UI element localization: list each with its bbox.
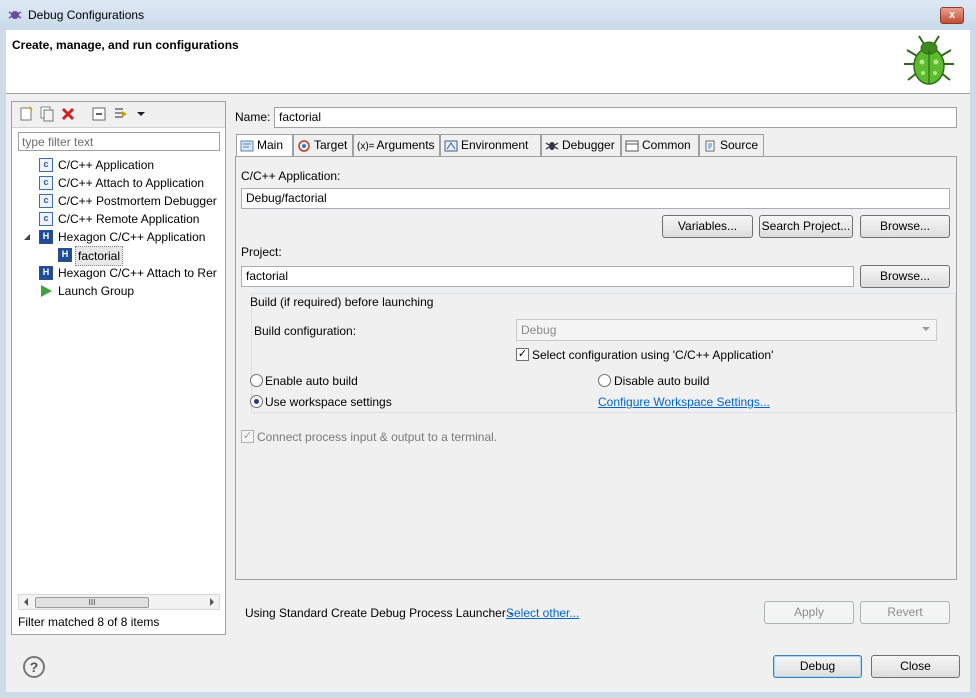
- tab-label: Environment: [461, 138, 529, 152]
- tab-common[interactable]: Common: [621, 134, 699, 156]
- tab-label: Common: [642, 138, 691, 152]
- delete-icon[interactable]: [59, 105, 77, 123]
- tab-arguments[interactable]: (x)= Arguments: [353, 134, 440, 156]
- project-field[interactable]: factorial: [241, 266, 854, 287]
- select-other-link[interactable]: Select other...: [506, 606, 579, 620]
- debug-button[interactable]: Debug: [773, 655, 862, 678]
- use-workspace-settings-label: Use workspace settings: [265, 395, 392, 409]
- tab-label: Main: [257, 138, 284, 152]
- tree-item-label: Launch Group: [58, 284, 135, 298]
- build-config-value: Debug: [521, 323, 557, 337]
- filter-icon[interactable]: [112, 105, 130, 123]
- tab-label: Debugger: [562, 138, 615, 152]
- revert-button[interactable]: Revert: [860, 601, 950, 624]
- environment-icon: [444, 140, 458, 152]
- launcher-text: Using Standard Create Debug Process Laun…: [245, 606, 514, 620]
- window-close-button[interactable]: x: [940, 7, 964, 24]
- close-button[interactable]: Close: [871, 655, 960, 678]
- help-icon[interactable]: ?: [23, 656, 45, 678]
- browse-application-button[interactable]: Browse...: [860, 215, 950, 238]
- dialog-header: Create, manage, and run configurations: [6, 30, 970, 94]
- tab-target[interactable]: Target: [293, 134, 353, 156]
- expanded-arrow-icon[interactable]: [23, 233, 31, 241]
- browse-project-button[interactable]: Browse...: [860, 265, 950, 288]
- scroll-right-icon[interactable]: [208, 598, 216, 606]
- project-label: Project:: [241, 245, 282, 259]
- enable-auto-build-radio[interactable]: [250, 374, 263, 387]
- new-config-icon[interactable]: [17, 105, 35, 123]
- build-config-label: Build configuration:: [254, 324, 357, 338]
- select-config-checkbox[interactable]: ✓: [516, 348, 529, 361]
- scrollbar-thumb[interactable]: III: [35, 597, 149, 608]
- hexagon-icon: H: [39, 266, 53, 280]
- c-config-icon: c: [39, 212, 53, 226]
- window-title: Debug Configurations: [28, 8, 145, 22]
- variables-button[interactable]: Variables...: [662, 215, 753, 238]
- bug-icon: [904, 35, 954, 85]
- tab-debugger[interactable]: Debugger: [541, 134, 621, 156]
- c-config-icon: c: [39, 194, 53, 208]
- connect-terminal-label: Connect process input & output to a term…: [257, 430, 498, 444]
- target-icon: [298, 140, 310, 152]
- build-group-title: Build (if required) before launching: [250, 295, 434, 309]
- debug-app-icon: [8, 11, 22, 19]
- duplicate-icon[interactable]: [38, 105, 56, 123]
- horizontal-scrollbar[interactable]: III: [18, 594, 220, 610]
- name-label: Name:: [235, 110, 271, 124]
- apply-button[interactable]: Apply: [764, 601, 854, 624]
- main-icon: [240, 140, 254, 152]
- disable-auto-build-label: Disable auto build: [614, 374, 710, 388]
- filter-input[interactable]: [18, 132, 220, 151]
- tree-item-label: factorial: [75, 246, 124, 266]
- use-workspace-settings-radio[interactable]: [250, 395, 263, 408]
- c-config-icon: c: [39, 158, 53, 172]
- tree-item-label: C/C++ Postmortem Debugger: [58, 194, 217, 208]
- tree-item-label: C/C++ Attach to Application: [58, 176, 205, 190]
- dropdown-icon[interactable]: [132, 105, 150, 123]
- filter-status-text: Filter matched 8 of 8 items: [18, 615, 160, 629]
- cpp-application-field[interactable]: Debug/factorial: [241, 188, 950, 209]
- tree-item-label: C/C++ Application: [58, 158, 155, 172]
- c-config-icon: c: [39, 176, 53, 190]
- build-config-select[interactable]: Debug: [516, 319, 937, 341]
- hexagon-icon: H: [58, 248, 72, 262]
- enable-auto-build-label: Enable auto build: [265, 374, 358, 388]
- hexagon-icon: H: [39, 230, 53, 244]
- dialog-client: Create, manage, and run configurations t…: [6, 30, 970, 692]
- select-config-label: Select configuration using 'C/C++ Applic…: [532, 348, 774, 362]
- disable-auto-build-radio[interactable]: [598, 374, 611, 387]
- configuration-tree-panel: c C/C++ Application c C/C++ Attach to Ap…: [11, 101, 226, 635]
- tree-item-label: C/C++ Remote Application: [58, 212, 200, 226]
- scroll-left-icon[interactable]: [22, 598, 30, 606]
- source-icon: [705, 140, 715, 152]
- tab-main[interactable]: Main: [236, 134, 293, 157]
- tree-item-label: Hexagon C/C++ Application: [58, 230, 206, 244]
- configure-workspace-link[interactable]: Configure Workspace Settings...: [598, 395, 770, 409]
- tree-toolbar: [12, 102, 225, 128]
- header-title: Create, manage, and run configurations: [12, 38, 239, 52]
- tab-label: Target: [314, 138, 348, 152]
- tab-environment[interactable]: Environment: [440, 134, 541, 156]
- tree-item-label: Hexagon C/C++ Attach to Rer: [58, 266, 217, 280]
- debugger-icon: [545, 141, 559, 150]
- tab-label: Arguments: [376, 138, 435, 152]
- cpp-application-label: C/C++ Application:: [241, 169, 341, 183]
- chevron-down-icon: [922, 327, 930, 331]
- arguments-icon: (x)=: [357, 141, 375, 152]
- connect-terminal-checkbox[interactable]: ✓: [241, 430, 254, 443]
- common-icon: [625, 140, 639, 152]
- search-project-button[interactable]: Search Project...: [759, 215, 853, 238]
- collapse-all-icon[interactable]: [90, 105, 108, 123]
- launch-group-icon: [41, 285, 52, 297]
- tab-label: Source: [720, 138, 759, 152]
- name-input[interactable]: factorial: [274, 107, 957, 128]
- title-bar: Debug Configurations x: [0, 0, 976, 30]
- tab-source[interactable]: Source: [699, 134, 764, 156]
